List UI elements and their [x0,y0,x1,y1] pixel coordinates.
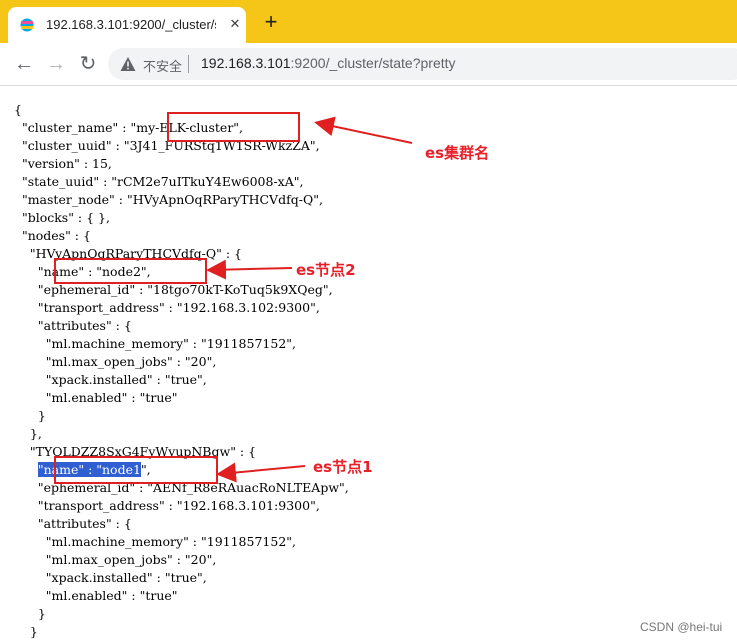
annotation-arrows [206,116,413,483]
node1-annotation-label: es节点1 [313,458,373,476]
arrow-node2 [206,259,293,280]
node2-annotation-label: es节点2 [296,261,356,279]
watermark: CSDN @hei-tui [640,620,723,634]
arrow-node1 [216,462,306,483]
cluster-annotation-label: es集群名 [425,144,490,162]
arrow-cluster [314,116,413,144]
